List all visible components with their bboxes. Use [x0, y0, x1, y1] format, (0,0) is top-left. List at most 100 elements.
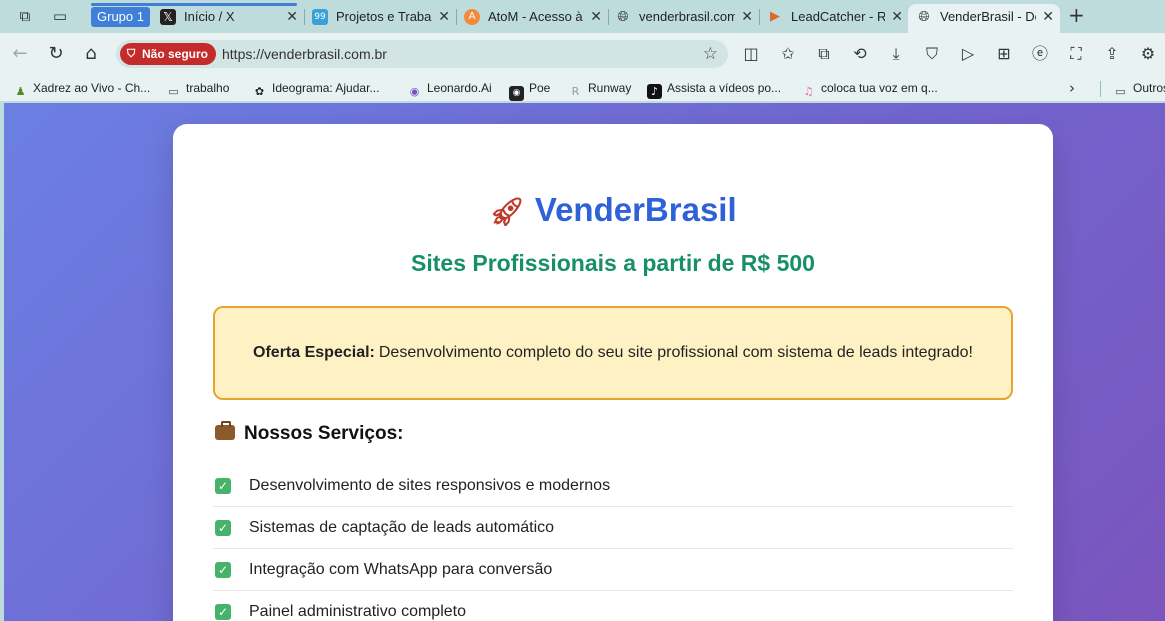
tab-venderbrasil-1[interactable]: 🌐︎ venderbrasil.com.br ✕ [607, 4, 760, 30]
bookmark-trabalho[interactable]: ▭ trabalho [166, 80, 229, 98]
folder-icon: ▭ [168, 85, 179, 98]
bookmarks-bar: ♟ Xadrez ao Vivo - Ch... ▭ trabalho ✿ Ideog… [0, 75, 1165, 102]
check-mark-icon: ✓ [215, 562, 231, 578]
close-icon[interactable]: ✕ [891, 8, 903, 26]
bookmark-ideograma[interactable]: ✿ Ideograma: Ajudar... [252, 80, 380, 98]
bookmark-label: Xadrez ao Vivo - Ch... [33, 81, 151, 95]
list-item: ✓ Sistemas de captação de leads automáti… [213, 507, 1013, 549]
leonardo-icon: ◉ [409, 85, 420, 98]
bookmark-label: Outros [1133, 81, 1165, 95]
special-offer-banner: Oferta Especial: Desenvolvimento complet… [213, 306, 1013, 400]
services-list: ✓ Desenvolvimento de sites responsivos e… [213, 465, 1013, 621]
content-card: 🚀︎ VenderBrasil Sites Profissionais a par… [173, 124, 1053, 621]
page-viewport: 🚀︎ VenderBrasil Sites Profissionais a par… [4, 103, 1165, 621]
edge-icon[interactable]: ⓔ [1029, 43, 1051, 65]
bookmark-label: Poe [529, 81, 551, 95]
close-icon[interactable]: ✕ [590, 8, 602, 26]
service-text: Sistemas de captação de leads automático [249, 519, 555, 536]
leadcatcher-icon: ▶ [770, 9, 780, 24]
url-text[interactable]: https://venderbrasil.com.br [222, 46, 387, 62]
brand-name: VenderBrasil [534, 191, 737, 228]
folder-icon: ▭ [1115, 85, 1126, 98]
chevron-right-icon[interactable]: › [1069, 79, 1075, 97]
service-text: Painel administrativo completo [249, 603, 466, 620]
tab-atom[interactable]: A AtoM - Acesso à Memória ✕ [456, 4, 609, 30]
page-title: 🚀︎ VenderBrasil [173, 190, 1053, 232]
home-icon[interactable]: ⌂ [80, 43, 102, 65]
reload-icon[interactable]: ↻ [45, 43, 67, 65]
service-text: Integração com WhatsApp para conversão [249, 561, 553, 578]
tab-title: VenderBrasil - Desenvolvimento [940, 9, 1036, 24]
workspaces-icon[interactable]: ⧉ [14, 6, 36, 26]
tab-group-label[interactable]: Grupo 1 [91, 7, 150, 27]
send-icon[interactable]: ▷ [957, 43, 979, 65]
page-tagline: Sites Profissionais a partir de R$ 500 [411, 250, 815, 276]
list-item: ✓ Painel administrativo completo [213, 591, 1013, 621]
screenshot-icon[interactable]: ⛶ [1065, 43, 1087, 65]
share-icon[interactable]: ⇪ [1101, 43, 1123, 65]
tab-title: Início / X [184, 9, 235, 24]
close-icon[interactable]: ✕ [741, 8, 753, 26]
tab-title: Projetos e Trabalhos [336, 9, 432, 24]
tab-x[interactable]: 𝕏 Início / X ✕ [152, 4, 305, 30]
address-bar[interactable]: ⛉ Não seguro https://venderbrasil.com.br… [116, 40, 728, 68]
list-item: ✓ Desenvolvimento de sites responsivos e… [213, 465, 1013, 507]
briefcase-icon [215, 421, 235, 440]
bookmark-leonardo[interactable]: ◉ Leonardo.Ai [407, 80, 492, 98]
bookmark-poe[interactable]: ◉ Poe [509, 80, 551, 101]
bookmark-label: Runway [588, 81, 632, 95]
globe-icon: 🌐︎ [617, 9, 629, 25]
list-item: ✓ Integração com WhatsApp para conversão [213, 549, 1013, 591]
downloads-icon[interactable]: ⤓ [885, 43, 907, 65]
tab-projetos[interactable]: 99 Projetos e Trabalhos ✕ [304, 4, 457, 30]
runway-icon: R [571, 85, 580, 98]
close-icon[interactable]: ✕ [286, 8, 298, 26]
copilot-icon[interactable]: ⚙ [1137, 43, 1159, 65]
collections-icon[interactable]: ⧉ [813, 43, 835, 65]
split-screen-icon[interactable]: ◫ [740, 43, 762, 65]
check-mark-icon: ✓ [215, 520, 231, 536]
tab-leadcatcher[interactable]: ▶ LeadCatcher - Recrutamento ✕ [759, 4, 909, 30]
x-logo-icon: 𝕏 [160, 9, 176, 25]
new-tab-icon[interactable]: + [1068, 5, 1085, 25]
tab-venderbrasil-active[interactable]: 🌐︎ VenderBrasil - Desenvolvimento ✕ [908, 4, 1060, 33]
tab-title: AtoM - Acesso à Memória [488, 9, 584, 24]
check-mark-icon: ✓ [215, 604, 231, 620]
bookmark-coloca-voz[interactable]: ♫ coloca tua voz em q... [801, 80, 938, 98]
close-icon[interactable]: ✕ [1042, 8, 1054, 26]
bookmark-label: trabalho [186, 81, 230, 95]
service-text: Desenvolvimento de sites responsivos e m… [249, 477, 611, 494]
offer-text: Desenvolvimento completo do seu site pro… [378, 344, 973, 361]
check-mark-icon: ✓ [215, 478, 231, 494]
poe-icon: ◉ [509, 86, 524, 101]
offer-label: Oferta Especial: [253, 344, 375, 361]
tab-title: LeadCatcher - Recrutamento [791, 9, 885, 24]
bookmark-tiktok[interactable]: ♪ Assista a vídeos po... [647, 80, 782, 99]
bookmark-runway[interactable]: R Runway [568, 80, 632, 98]
bookmark-label: Leonardo.Ai [427, 81, 492, 95]
chess-pawn-icon: ♟ [15, 85, 26, 98]
back-arrow-icon[interactable]: ← [9, 43, 31, 65]
bookmark-label: Ideograma: Ajudar... [272, 81, 380, 95]
bookmark-label: coloca tua voz em q... [821, 81, 938, 95]
tab-strip: ⧉ ▭ Grupo 1 𝕏 Início / X ✕ 99 Projetos e… [0, 0, 1165, 33]
services-heading-text: Nossos Serviços: [244, 423, 404, 444]
history-icon[interactable]: ⟲ [849, 43, 871, 65]
music-note-icon: ♫ [803, 85, 814, 98]
bookmark-label: Assista a vídeos po... [667, 81, 782, 95]
tiktok-icon: ♪ [647, 84, 662, 99]
close-icon[interactable]: ✕ [438, 8, 450, 26]
browser-essentials-icon[interactable]: ⛉ [921, 43, 943, 65]
tab-actions-icon[interactable]: ▭ [49, 6, 71, 26]
bookmark-outros[interactable]: ▭ Outros [1113, 80, 1165, 98]
favorite-star-icon[interactable]: ☆ [703, 44, 718, 64]
rocket-icon: 🚀︎ [489, 195, 525, 228]
browser-toolbar: ← ↻ ⌂ ⛉ Não seguro https://venderbrasil.… [0, 33, 1165, 75]
ideogram-icon: ✿ [254, 85, 265, 98]
bookmark-xadrez[interactable]: ♟ Xadrez ao Vivo - Ch... [13, 80, 151, 98]
security-badge[interactable]: ⛉ Não seguro [120, 43, 217, 65]
services-heading: Nossos Serviços: [215, 421, 404, 446]
globe-icon: 🌐︎ [918, 9, 930, 25]
favorites-icon[interactable]: ✩ [777, 43, 799, 65]
extensions-icon[interactable]: ⊞ [993, 43, 1015, 65]
